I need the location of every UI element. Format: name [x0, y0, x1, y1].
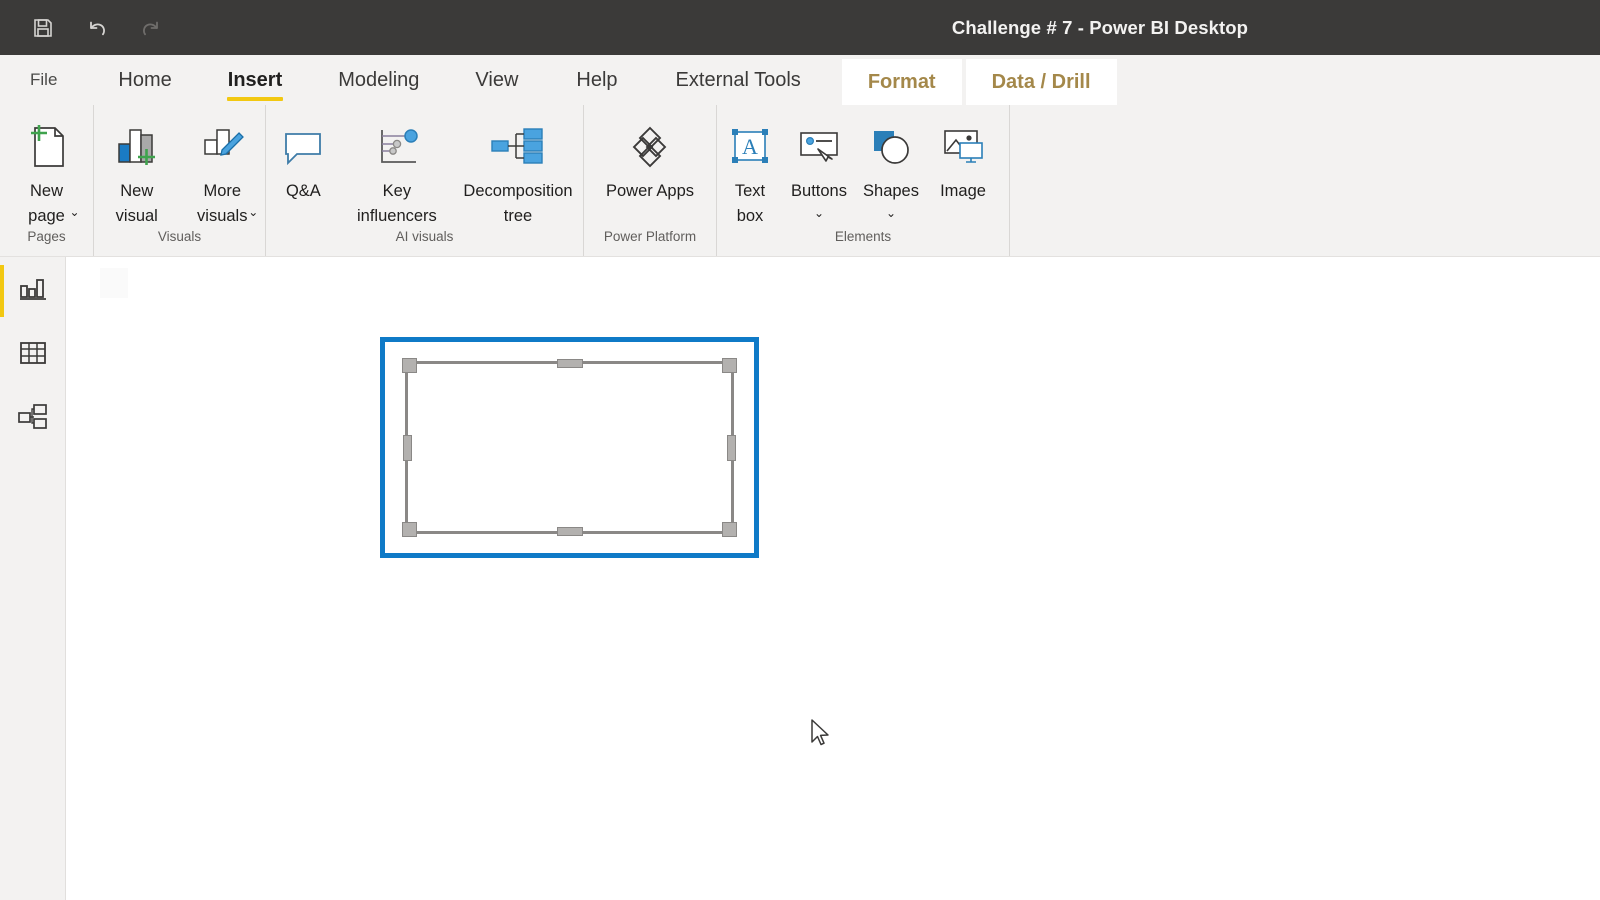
new-page-icon: [21, 119, 73, 175]
svg-text:A: A: [742, 134, 758, 159]
decomposition-tree-button[interactable]: Decomposition tree: [453, 111, 583, 229]
key-influencers-button[interactable]: Key influencers: [341, 111, 453, 229]
buttons-icon: [794, 119, 844, 175]
text-box-icon: A: [725, 119, 775, 175]
text-box-button[interactable]: A Text box: [717, 111, 783, 229]
chevron-down-icon[interactable]: ⌄: [886, 206, 896, 220]
ribbon: New page ⌄ Pages New visual More visuals…: [0, 105, 1600, 257]
report-canvas[interactable]: [66, 257, 1600, 900]
resize-handle-bottom-right[interactable]: [722, 522, 737, 537]
resize-handle-bottom-middle[interactable]: [556, 527, 583, 536]
qanda-label: Q&A: [285, 182, 321, 200]
new-visual-button[interactable]: New visual: [94, 111, 180, 229]
tab-file[interactable]: File: [0, 55, 79, 105]
buttons-button[interactable]: Buttons ⌄: [783, 111, 855, 220]
buttons-label: Buttons: [791, 182, 847, 200]
shapes-button[interactable]: Shapes ⌄: [855, 111, 927, 220]
table-grid-icon: [18, 339, 48, 372]
tab-home[interactable]: Home: [101, 55, 188, 105]
mouse-pointer: [810, 719, 830, 749]
shapes-icon: [866, 119, 916, 175]
resize-handle-right-middle[interactable]: [727, 434, 736, 461]
ribbon-group-label-power-platform: Power Platform: [603, 229, 697, 244]
ribbon-group-ai-visuals: Q&A Key influencers Decomposition tree A…: [265, 105, 583, 256]
more-visuals-icon: [196, 119, 248, 175]
image-label: Image: [940, 182, 986, 200]
sidebar-item-report-view[interactable]: [0, 259, 66, 323]
tab-help[interactable]: Help: [559, 55, 634, 105]
new-visual-icon: [111, 119, 163, 175]
ribbon-group-visuals: New visual More visuals ⌄ Visuals: [93, 105, 265, 256]
decomposition-tree-icon: [486, 119, 550, 175]
qanda-icon: [277, 119, 329, 175]
chevron-down-icon[interactable]: ⌄: [814, 206, 824, 220]
key-influencers-label: Key influencers: [357, 182, 437, 225]
tab-insert[interactable]: Insert: [211, 55, 299, 105]
sidebar-item-model-view[interactable]: [0, 387, 66, 451]
ribbon-group-power-platform: Power Apps Power Platform: [583, 105, 716, 256]
image-icon: [938, 119, 988, 175]
canvas-artifact: [100, 268, 128, 298]
new-page-label: New page: [28, 182, 65, 225]
sidebar-item-data-view[interactable]: [0, 323, 66, 387]
ribbon-empty-area: [1009, 105, 1600, 256]
resize-handle-bottom-left[interactable]: [402, 522, 417, 537]
ribbon-tab-strip: File Home Insert Modeling View Help Exte…: [0, 55, 1600, 105]
tab-view[interactable]: View: [458, 55, 535, 105]
window-title: Challenge # 7 - Power BI Desktop: [951, 17, 1249, 38]
image-button[interactable]: Image: [927, 111, 999, 204]
visual-content-area[interactable]: [402, 358, 737, 537]
qanda-button[interactable]: Q&A: [266, 111, 341, 204]
more-visuals-button[interactable]: More visuals ⌄: [180, 111, 266, 225]
more-visuals-label: More visuals: [197, 182, 248, 225]
ribbon-group-label-pages: Pages: [27, 229, 66, 244]
model-relationships-icon: [17, 402, 49, 437]
new-page-button[interactable]: New page ⌄: [0, 111, 93, 225]
resize-handle-top-right[interactable]: [722, 358, 737, 373]
bar-chart-icon: [18, 275, 48, 308]
power-apps-icon: [622, 119, 678, 175]
tab-external-tools[interactable]: External Tools: [659, 55, 818, 105]
resize-handle-top-middle[interactable]: [556, 359, 583, 368]
tab-format[interactable]: Format: [841, 59, 962, 105]
resize-handle-top-left[interactable]: [402, 358, 417, 373]
title-bar: Challenge # 7 - Power BI Desktop: [0, 0, 1600, 55]
resize-handle-left-middle[interactable]: [403, 434, 412, 461]
empty-visual-placeholder[interactable]: [380, 337, 759, 558]
new-visual-label: New visual: [115, 182, 158, 225]
power-apps-label: Power Apps: [605, 182, 695, 200]
ribbon-group-pages: New page ⌄ Pages: [0, 105, 93, 256]
ribbon-group-label-visuals: Visuals: [157, 229, 202, 244]
power-apps-button[interactable]: Power Apps: [584, 111, 716, 204]
chevron-down-icon[interactable]: ⌄: [248, 205, 258, 219]
chevron-down-icon[interactable]: ⌄: [69, 205, 79, 219]
ribbon-group-elements: A Text box Buttons ⌄ Shapes ⌄ Image Elem…: [716, 105, 1009, 256]
view-switcher-rail: [0, 257, 66, 900]
key-influencers-icon: [369, 119, 425, 175]
tab-data-drill[interactable]: Data / Drill: [965, 59, 1117, 105]
ribbon-group-label-ai-visuals: AI visuals: [395, 229, 454, 244]
shapes-label: Shapes: [863, 182, 919, 200]
text-box-label: Text box: [734, 182, 766, 225]
tab-modeling[interactable]: Modeling: [321, 55, 436, 105]
ribbon-group-label-elements: Elements: [834, 229, 892, 244]
decomposition-tree-label: Decomposition tree: [463, 182, 573, 225]
power-bi-desktop-window: Challenge # 7 - Power BI Desktop File Ho…: [0, 0, 1600, 900]
